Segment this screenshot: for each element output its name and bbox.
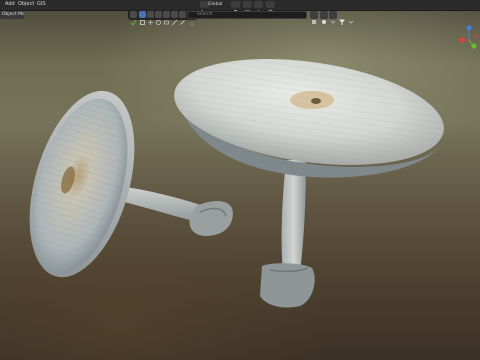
search-icon <box>190 12 195 27</box>
annotate-tool-icon[interactable] <box>179 11 186 25</box>
overlay-dropdown-icon[interactable] <box>329 11 337 24</box>
navigation-gizmo-icon[interactable] <box>458 24 480 60</box>
right-mushroom <box>174 58 444 308</box>
select-tool-icon[interactable] <box>139 11 146 25</box>
overlay-icon[interactable] <box>320 11 328 24</box>
view-toggle-icon[interactable] <box>130 11 137 26</box>
menu-object[interactable]: Object <box>18 1 34 8</box>
mode-select[interactable]: Object Mode <box>0 11 24 19</box>
menu-bar: Add Object GIS Global <box>0 0 480 16</box>
mushroom-scene <box>29 58 444 308</box>
move-tool-icon[interactable] <box>147 11 154 25</box>
snap-icon[interactable] <box>243 1 252 14</box>
menu-add[interactable]: Add <box>5 1 15 8</box>
transform-tool-icon[interactable] <box>171 11 178 26</box>
filter-dropdown-icon[interactable] <box>347 11 355 24</box>
scale-tool-icon[interactable] <box>163 11 170 25</box>
filter-icon[interactable] <box>338 11 346 25</box>
display-mode-icon[interactable] <box>310 11 318 24</box>
rotate-tool-icon[interactable] <box>155 11 162 26</box>
search-input[interactable]: Search <box>187 11 307 19</box>
proportional-edit-icon[interactable] <box>266 1 275 16</box>
3d-viewport[interactable]: Add Object GIS Global Object Mode <box>0 0 480 360</box>
snap-target-icon[interactable] <box>254 1 263 15</box>
pivot-icon[interactable] <box>231 1 240 15</box>
menu-gis[interactable]: GIS <box>37 1 46 8</box>
